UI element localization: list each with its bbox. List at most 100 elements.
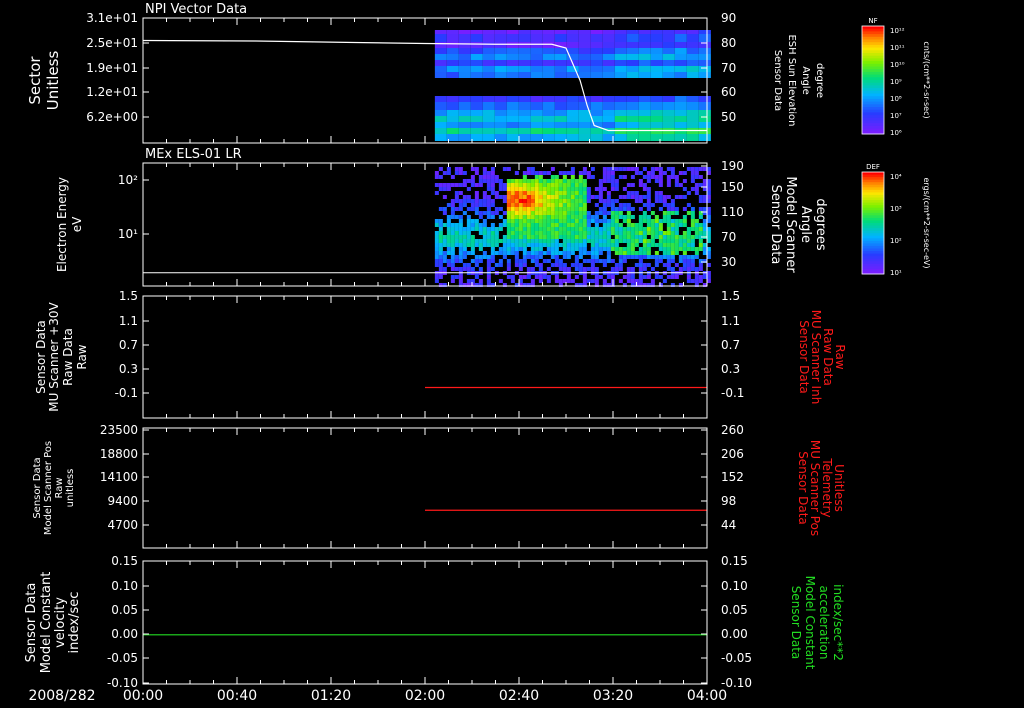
heatmap-cell [450, 275, 455, 279]
heatmap-cell [438, 247, 443, 251]
heatmap-cell [526, 195, 531, 199]
heatmap-cell [530, 167, 535, 171]
heatmap-cell [662, 134, 675, 141]
heatmap-cell [686, 263, 691, 267]
heatmap-cell [482, 235, 487, 239]
heatmap-cell [678, 255, 683, 259]
heatmap-cell [674, 54, 687, 60]
heatmap-cell [686, 72, 699, 78]
heatmap-cell [562, 243, 567, 247]
heatmap-cell [566, 275, 571, 279]
heatmap-cell [586, 191, 591, 195]
heatmap-cell [550, 235, 555, 239]
heatmap-cell [530, 215, 535, 219]
heatmap-cell [582, 235, 587, 239]
heatmap-cell [530, 116, 543, 122]
heatmap-cell [650, 227, 655, 231]
heatmap-cell [530, 42, 543, 48]
heatmap-cell [434, 60, 447, 66]
heatmap-cell [478, 203, 483, 207]
colorbar-label: NF [868, 17, 877, 25]
heatmap-cell [626, 207, 631, 211]
heatmap-cell [622, 251, 627, 255]
heatmap-cell [446, 72, 459, 78]
heatmap-cell [506, 122, 519, 128]
heatmap-cell [518, 235, 523, 239]
heatmap-cell [522, 251, 527, 255]
heatmap-cell [458, 203, 463, 207]
heatmap-cell [698, 167, 703, 171]
heatmap-cell [542, 48, 555, 54]
heatmap-cell [698, 275, 703, 279]
heatmap-cell [438, 227, 443, 231]
heatmap-cell [650, 66, 663, 72]
heatmap-cell [454, 239, 459, 243]
heatmap-cell [566, 227, 571, 231]
y-tick-label: 1.5 [119, 289, 138, 303]
heatmap-cell [582, 199, 587, 203]
heatmap-cell [642, 187, 647, 191]
heatmap-cell [654, 215, 659, 219]
heatmap-cell [458, 102, 471, 110]
heatmap-cell [630, 251, 635, 255]
heatmap-cell [610, 175, 615, 179]
heatmap-cell [554, 203, 559, 207]
heatmap-cell [702, 167, 707, 171]
heatmap-cell [638, 116, 651, 122]
heatmap-cell [434, 259, 439, 263]
heatmap-cell [454, 259, 459, 263]
heatmap-cell [510, 207, 515, 211]
heatmap-cell [606, 179, 611, 183]
heatmap-cell [554, 175, 559, 179]
heatmap-cell [602, 171, 607, 175]
heatmap-cell [666, 179, 671, 183]
heatmap-cell [574, 203, 579, 207]
heatmap-cell [606, 191, 611, 195]
heatmap-cell [538, 187, 543, 191]
heatmap-cell [446, 102, 459, 110]
heatmap-cell [586, 251, 591, 255]
heatmap-cell [574, 235, 579, 239]
y2-axis-label: Unitless [832, 464, 846, 512]
heatmap-cell [490, 167, 495, 171]
heatmap-cell [518, 122, 531, 128]
heatmap-cell [518, 42, 531, 48]
heatmap-cell [490, 179, 495, 183]
y2-axis-label: Sensor Data [768, 185, 783, 265]
heatmap-cell [442, 239, 447, 243]
heatmap-cell [458, 235, 463, 239]
heatmap-cell [490, 211, 495, 215]
heatmap-cell [526, 179, 531, 183]
heatmap-cell [554, 66, 567, 72]
heatmap-cell [558, 203, 563, 207]
heatmap-cell [626, 267, 631, 271]
heatmap-cell [518, 239, 523, 243]
heatmap-cell [618, 279, 623, 283]
heatmap-cell [514, 207, 519, 211]
heatmap-cell [610, 247, 615, 251]
heatmap-cell [590, 110, 603, 116]
heatmap-cell [690, 243, 695, 247]
heatmap-cell [554, 211, 559, 215]
heatmap-cell [566, 30, 579, 34]
heatmap-cell [582, 167, 587, 171]
heatmap-cell [618, 167, 623, 171]
heatmap-cell [462, 267, 467, 271]
heatmap-cell [614, 207, 619, 211]
heatmap-cell [618, 223, 623, 227]
y2-tick-label: 80 [721, 36, 736, 50]
heatmap-cell [638, 171, 643, 175]
heatmap-cell [602, 72, 615, 78]
heatmap-cell [626, 102, 639, 110]
heatmap-cell [506, 223, 511, 227]
heatmap-cell [662, 235, 667, 239]
heatmap-cell [626, 239, 631, 243]
heatmap-cell [574, 227, 579, 231]
heatmap-cell [434, 251, 439, 255]
heatmap-cell [434, 239, 439, 243]
heatmap-cell [682, 187, 687, 191]
heatmap-cell [494, 54, 507, 60]
heatmap-cell [674, 134, 687, 141]
heatmap-cell [562, 235, 567, 239]
y2-tick-label: 0.05 [721, 603, 748, 617]
